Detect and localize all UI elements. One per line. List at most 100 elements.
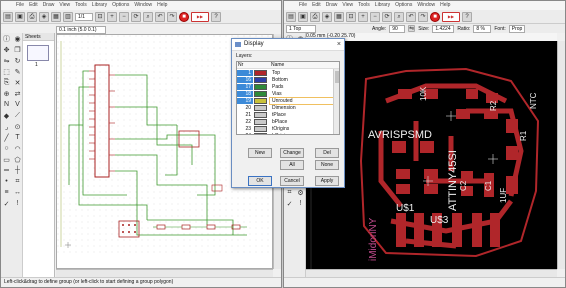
layer-name[interactable]: Pads [270, 84, 339, 90]
add-icon[interactable]: ⊕ [2, 89, 11, 98]
layer-color-swatch[interactable] [254, 69, 267, 76]
sheet-select[interactable]: 1/1 [75, 12, 93, 21]
size-field[interactable]: 1.4224 [432, 24, 455, 33]
open-icon[interactable]: ▤ [3, 11, 13, 22]
layer-number[interactable]: 18 [237, 90, 253, 97]
save-icon[interactable]: ▣ [15, 11, 25, 22]
info-icon[interactable]: ⓘ [2, 34, 11, 43]
layer-number[interactable]: 24 [237, 133, 253, 135]
layer-row[interactable]: 23 tOrigins [237, 125, 339, 132]
font-field[interactable]: Prop [508, 24, 525, 33]
zoom-out-icon[interactable]: − [119, 11, 129, 22]
bus-icon[interactable]: ═ [2, 166, 11, 175]
layer-select[interactable]: 1 Top [286, 24, 316, 33]
layer-row[interactable]: 21 tPlace [237, 111, 339, 118]
layer-row[interactable]: 24 bOrigins [237, 132, 339, 135]
dimension-icon[interactable]: ↔ [13, 188, 22, 197]
new-button[interactable]: New [248, 148, 272, 158]
sheet-thumbnail[interactable] [27, 45, 49, 61]
smash-icon[interactable]: ◆ [2, 111, 11, 120]
layer-row[interactable]: 20 Dimension [237, 104, 339, 111]
layer-name[interactable]: tOrigins [270, 126, 339, 132]
menu-library[interactable]: Library [92, 1, 107, 10]
all-button[interactable]: All [280, 160, 304, 170]
label-icon[interactable]: ⌗ [13, 177, 22, 186]
layer-name[interactable]: Unrouted [269, 96, 339, 105]
save-icon[interactable]: ▣ [298, 11, 308, 22]
arc-icon[interactable]: ◠ [13, 144, 22, 153]
go-button[interactable]: ▶▶ [442, 11, 460, 22]
ratsnest-icon[interactable]: ⌗ [285, 188, 294, 197]
rect-icon[interactable]: ▭ [2, 155, 11, 164]
wire-icon[interactable]: ╱ [2, 133, 11, 142]
help-icon[interactable]: ? [211, 11, 221, 22]
layer-number[interactable]: 22 [237, 119, 253, 125]
layer-row[interactable]: 18 Vias [237, 90, 339, 97]
menu-view[interactable]: View [59, 1, 70, 10]
layer-list[interactable]: Nr Name 1 Top 16 Bottom 17 Pads 18 Vias 19 Unrout… [236, 61, 340, 135]
stop-icon[interactable]: ■ [430, 11, 440, 22]
eye-icon[interactable]: ◉ [13, 34, 22, 43]
attribute-icon[interactable]: ≡ [2, 188, 11, 197]
open-icon[interactable]: ▤ [286, 11, 296, 22]
move-icon[interactable]: ✥ [2, 45, 11, 54]
layer-number[interactable]: 16 [237, 76, 253, 83]
sheet-icon[interactable]: ▥ [63, 11, 73, 22]
junction-icon[interactable]: • [2, 177, 11, 186]
col-name-header[interactable]: Name [269, 62, 339, 68]
paste-icon[interactable]: ⎘ [2, 78, 11, 87]
menu-options[interactable]: Options [395, 1, 412, 10]
menu-window[interactable]: Window [417, 1, 435, 10]
undo-icon[interactable]: ↶ [406, 11, 416, 22]
layer-color-swatch[interactable] [254, 90, 267, 97]
print-icon[interactable]: ⎙ [27, 11, 37, 22]
value-icon[interactable]: V [13, 100, 22, 109]
change-icon[interactable]: ✎ [13, 67, 22, 76]
copy-icon[interactable]: ❐ [13, 45, 22, 54]
layer-number[interactable]: 21 [237, 112, 253, 118]
close-icon[interactable]: × [337, 39, 341, 50]
layer-color-swatch[interactable] [254, 97, 267, 104]
layer-color-swatch[interactable] [254, 76, 267, 83]
redo-icon[interactable]: ↷ [167, 11, 177, 22]
menu-file[interactable]: File [299, 1, 307, 10]
menu-help[interactable]: Help [157, 1, 167, 10]
none-button[interactable]: None [315, 160, 339, 170]
menu-library[interactable]: Library [375, 1, 390, 10]
menu-tools[interactable]: Tools [75, 1, 87, 10]
mirror-toggle-icon[interactable]: ⇋ [408, 25, 416, 32]
board-vertical-scrollbar[interactable] [557, 41, 565, 269]
autorouter-icon[interactable]: ⚙ [296, 188, 305, 197]
net-icon[interactable]: ┼ [13, 166, 22, 175]
help-icon[interactable]: ? [462, 11, 472, 22]
layer-color-swatch[interactable] [254, 125, 267, 132]
menu-draw[interactable]: Draw [43, 1, 55, 10]
menu-edit[interactable]: Edit [29, 1, 38, 10]
group-icon[interactable]: ⬚ [2, 67, 11, 76]
layer-name[interactable]: Bottom [270, 77, 339, 83]
undo-icon[interactable]: ↶ [155, 11, 165, 22]
layer-color-swatch[interactable] [254, 111, 267, 118]
scroll-thumb[interactable] [335, 71, 339, 83]
layer-list-scrollbar[interactable] [333, 69, 339, 134]
mirror-icon[interactable]: ⇋ [2, 56, 11, 65]
zoom-select-icon[interactable]: ⌕ [143, 11, 153, 22]
ok-button[interactable]: OK [248, 176, 272, 186]
menu-file[interactable]: File [16, 1, 24, 10]
ratio-field[interactable]: 8 % [473, 24, 492, 33]
menu-help[interactable]: Help [440, 1, 450, 10]
layer-name[interactable]: bOrigins [270, 133, 339, 135]
layer-color-swatch[interactable] [254, 132, 267, 134]
errors-icon[interactable]: ! [296, 199, 305, 208]
layer-row[interactable]: 19 Unrouted [237, 96, 339, 105]
zoom-select-icon[interactable]: ⌕ [394, 11, 404, 22]
schematic-horizontal-scrollbar[interactable] [56, 269, 273, 277]
redraw-icon[interactable]: ⟳ [382, 11, 392, 22]
schematic-switch-icon[interactable]: ▦ [334, 11, 344, 22]
menu-view[interactable]: View [342, 1, 353, 10]
cancel-button[interactable]: Cancel [280, 176, 304, 186]
board-horizontal-scrollbar[interactable] [306, 269, 557, 277]
layer-row[interactable]: 16 Bottom [237, 76, 339, 83]
menu-options[interactable]: Options [112, 1, 129, 10]
layer-name[interactable]: Top [270, 70, 339, 76]
